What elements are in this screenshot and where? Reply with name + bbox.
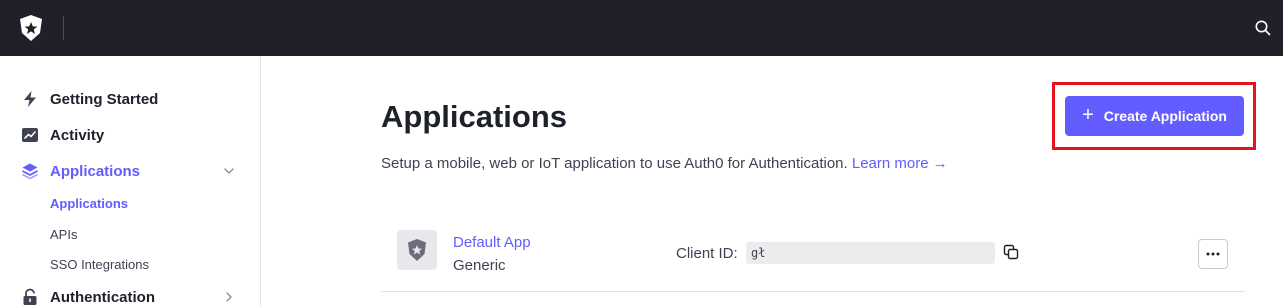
- sidebar-item-label: Activity: [50, 126, 105, 144]
- sidebar-item-getting-started[interactable]: Getting Started: [0, 83, 260, 115]
- search-icon[interactable]: [1254, 19, 1272, 37]
- app-type: Generic: [453, 257, 506, 274]
- create-application-label: Create Application: [1103, 108, 1227, 124]
- sidebar-subitem-applications[interactable]: Applications: [50, 196, 128, 211]
- auth0-logo-icon[interactable]: [17, 14, 45, 42]
- chevron-down-icon[interactable]: [222, 164, 236, 178]
- learn-more-link[interactable]: Learn more: [852, 155, 929, 172]
- page-title: Applications: [381, 99, 568, 134]
- app-name-link[interactable]: Default App: [453, 234, 531, 251]
- sidebar-item-authentication[interactable]: Authentication: [0, 281, 260, 307]
- application-row: Default App Generic Client ID: gł: [381, 216, 1245, 292]
- arrow-right-icon[interactable]: →: [933, 155, 948, 172]
- topbar-divider: [63, 16, 64, 40]
- sidebar-subitem-apis[interactable]: APIs: [50, 227, 77, 242]
- sidebar-item-label: Applications: [50, 162, 141, 180]
- subtitle-text: Setup a mobile, web or IoT application t…: [381, 155, 848, 172]
- sidebar-item-label: Getting Started: [50, 90, 159, 108]
- sidebar-item-activity[interactable]: Activity: [0, 119, 260, 151]
- copy-icon[interactable]: [1003, 244, 1019, 260]
- sidebar-item-applications[interactable]: Applications: [0, 155, 260, 187]
- top-navigation-bar: [0, 0, 1283, 56]
- page-subtitle: Setup a mobile, web or IoT application t…: [381, 155, 948, 172]
- sidebar: Getting Started Activity Applications Ap…: [0, 56, 261, 307]
- client-id-field[interactable]: gł: [746, 242, 995, 264]
- plus-icon: +: [1082, 104, 1094, 126]
- client-id-label: Client ID:: [676, 245, 738, 262]
- more-horizontal-icon: [1206, 252, 1220, 256]
- lock-icon: [23, 288, 37, 305]
- more-options-button[interactable]: [1198, 239, 1228, 269]
- trending-chart-icon: [22, 128, 38, 142]
- app-avatar: [397, 230, 437, 270]
- create-application-button[interactable]: + Create Application: [1065, 96, 1244, 136]
- auth0-shield-icon: [408, 239, 426, 261]
- layers-icon: [22, 163, 38, 180]
- sidebar-item-label: Authentication: [50, 288, 155, 306]
- chevron-right-icon[interactable]: [222, 290, 236, 304]
- sidebar-subitem-sso-integrations[interactable]: SSO Integrations: [50, 257, 149, 272]
- lightning-icon: [24, 91, 36, 107]
